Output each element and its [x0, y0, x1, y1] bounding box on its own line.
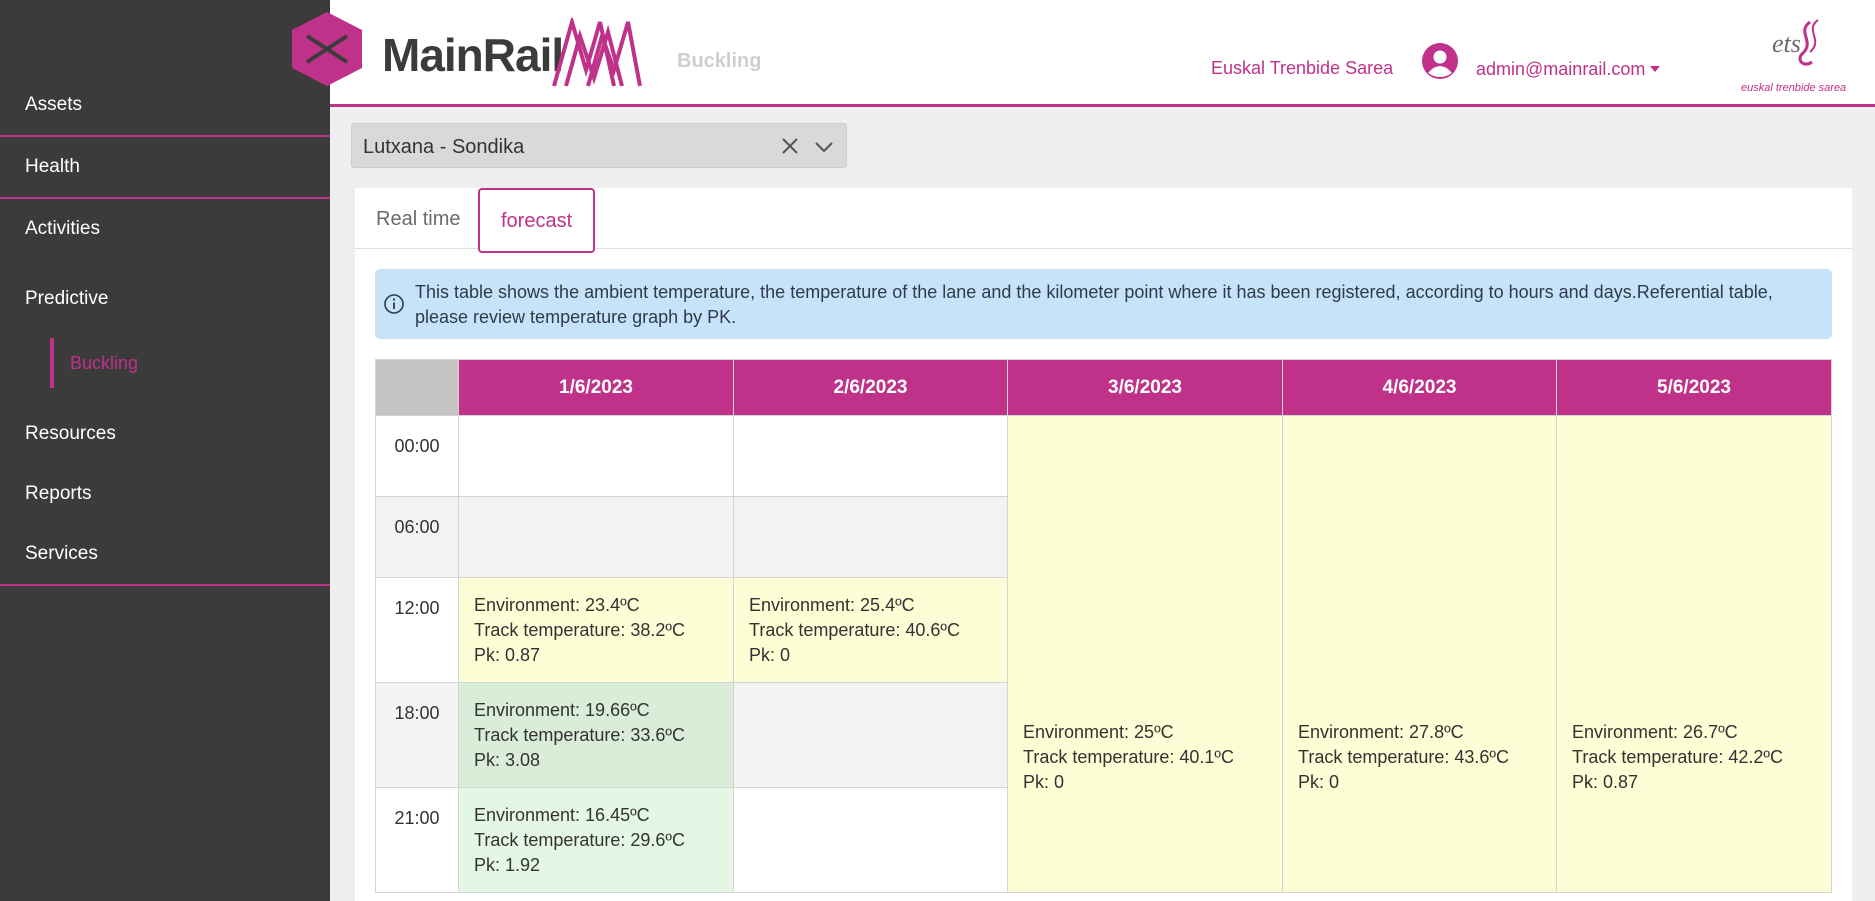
forecast-cell-empty: [733, 787, 1008, 893]
sidebar-item-services[interactable]: Services: [0, 543, 330, 565]
user-avatar-icon[interactable]: [1422, 43, 1458, 79]
hour-label: 00:00: [375, 415, 459, 497]
date-column-header: 3/6/2023: [1007, 359, 1283, 416]
forecast-cell: Environment: 26.7ºC Track temperature: 4…: [1556, 415, 1832, 893]
sidebar-item-health[interactable]: Health: [0, 156, 330, 178]
hour-label: 18:00: [375, 682, 459, 788]
forecast-cell: Environment: 23.4ºC Track temperature: 3…: [458, 577, 734, 683]
line-select[interactable]: Lutxana - Sondika: [351, 123, 847, 168]
date-column-header: 2/6/2023: [733, 359, 1008, 416]
ets-logo-caption: euskal trenbide sarea: [1741, 82, 1847, 94]
line-select-value: Lutxana - Sondika: [363, 136, 525, 158]
forecast-cell-empty: [733, 496, 1008, 578]
forecast-table: 1/6/2023 2/6/2023 3/6/2023 4/6/2023 5/6/…: [375, 359, 1832, 893]
table-corner-header: [375, 359, 459, 416]
sidebar-item-reports[interactable]: Reports: [0, 483, 330, 505]
date-column-header: 4/6/2023: [1282, 359, 1557, 416]
app-logo-text: MainRail: [382, 29, 564, 81]
ets-logo-letters: ets: [1772, 29, 1801, 58]
chevron-down-icon[interactable]: [1650, 66, 1660, 72]
date-column-header: 1/6/2023: [458, 359, 734, 416]
sidebar-item-activities[interactable]: Activities: [0, 218, 330, 240]
sidebar-divider: [0, 584, 330, 586]
sidebar-divider: [0, 135, 330, 137]
forecast-cell: Environment: 25ºC Track temperature: 40.…: [1007, 415, 1283, 893]
sidebar-item-predictive[interactable]: Predictive: [0, 288, 330, 310]
info-text: This table shows the ambient temperature…: [415, 282, 1773, 327]
chevron-down-icon[interactable]: [814, 137, 834, 157]
forecast-card: Real time forecast This table shows the …: [355, 188, 1852, 901]
info-alert: This table shows the ambient temperature…: [375, 269, 1832, 339]
forecast-cell-empty: [733, 682, 1008, 788]
module-title: Buckling: [677, 50, 762, 72]
forecast-cell-empty: [458, 415, 734, 497]
organization-link[interactable]: Euskal Trenbide Sarea: [1211, 58, 1393, 79]
sidebar-item-assets[interactable]: Assets: [0, 94, 330, 116]
user-menu-dropdown[interactable]: admin@mainrail.com: [1476, 59, 1645, 80]
clear-icon[interactable]: [780, 136, 800, 156]
forecast-cell: Environment: 25.4ºC Track temperature: 4…: [733, 577, 1008, 683]
tab-forecast[interactable]: forecast: [478, 188, 596, 253]
forecast-cell: Environment: 27.8ºC Track temperature: 4…: [1282, 415, 1557, 893]
forecast-cell: Environment: 16.45ºC Track temperature: …: [458, 787, 734, 893]
hour-label: 12:00: [375, 577, 459, 683]
forecast-cell-empty: [458, 496, 734, 578]
forecast-cell: Environment: 19.66ºC Track temperature: …: [458, 682, 734, 788]
date-column-header: 5/6/2023: [1556, 359, 1832, 416]
sidebar-item-resources[interactable]: Resources: [0, 423, 330, 445]
mainrail-logo-icon: [552, 18, 642, 87]
table-row: 00:00 Environment: 25ºC Track temperatur…: [375, 415, 1832, 893]
close-menu-icon[interactable]: [290, 10, 364, 88]
info-icon: [384, 294, 404, 314]
hour-label: 21:00: [375, 787, 459, 893]
sidebar-divider: [0, 197, 330, 199]
forecast-cell-empty: [733, 415, 1008, 497]
tab-real-time[interactable]: Real time: [355, 188, 481, 251]
sidebar: Assets Health Activities Predictive Buck…: [0, 0, 330, 901]
sidebar-subitem-buckling[interactable]: Buckling: [50, 338, 138, 388]
tab-bar: Real time forecast: [355, 188, 1852, 253]
hour-label: 06:00: [375, 496, 459, 578]
